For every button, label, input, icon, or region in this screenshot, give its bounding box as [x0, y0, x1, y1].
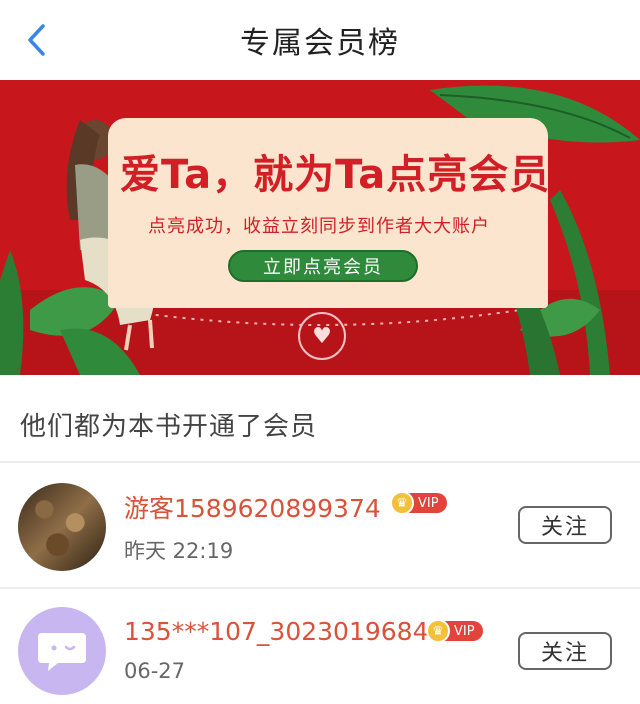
member-time: 昨天 22:19 [124, 539, 234, 563]
avatar[interactable] [18, 483, 106, 571]
follow-button[interactable]: 关注 [518, 506, 612, 544]
vip-badge: ♛ VIP [390, 491, 447, 515]
vip-badge: ♛ VIP [426, 619, 483, 643]
activate-membership-button[interactable]: 立即点亮会员 [228, 250, 418, 282]
member-name[interactable]: 游客1589620899374 [124, 489, 381, 525]
crown-icon: ♛ [426, 619, 450, 643]
back-button[interactable] [18, 22, 54, 58]
membership-banner[interactable]: 爱Ta，就为Ta点亮会员 点亮成功，收益立刻同步到作者大大账户 立即点亮会员 ♥ [0, 80, 640, 375]
page-title: 专属会员榜 [240, 26, 400, 61]
member-row[interactable]: 135***107_3023019684 ♛ VIP 06-27 关注 [0, 589, 640, 704]
banner-headline: 爱Ta，就为Ta点亮会员 [120, 152, 551, 198]
member-row[interactable]: 游客1589620899374 ♛ VIP 昨天 22:19 关注 [0, 463, 640, 587]
member-time: 06-27 [124, 659, 186, 683]
avatar[interactable] [18, 607, 106, 695]
banner-subline: 点亮成功，收益立刻同步到作者大大账户 [148, 216, 490, 237]
follow-button[interactable]: 关注 [518, 632, 612, 670]
top-bar: 专属会员榜 [0, 0, 640, 80]
crown-icon: ♛ [390, 491, 414, 515]
chat-bubble-icon [38, 633, 86, 671]
chevron-left-icon [28, 24, 45, 56]
member-name[interactable]: 135***107_3023019684 [124, 617, 429, 646]
section-title: 他们都为本书开通了会员 [20, 412, 318, 442]
heart-seal-icon: ♥ [298, 312, 346, 360]
